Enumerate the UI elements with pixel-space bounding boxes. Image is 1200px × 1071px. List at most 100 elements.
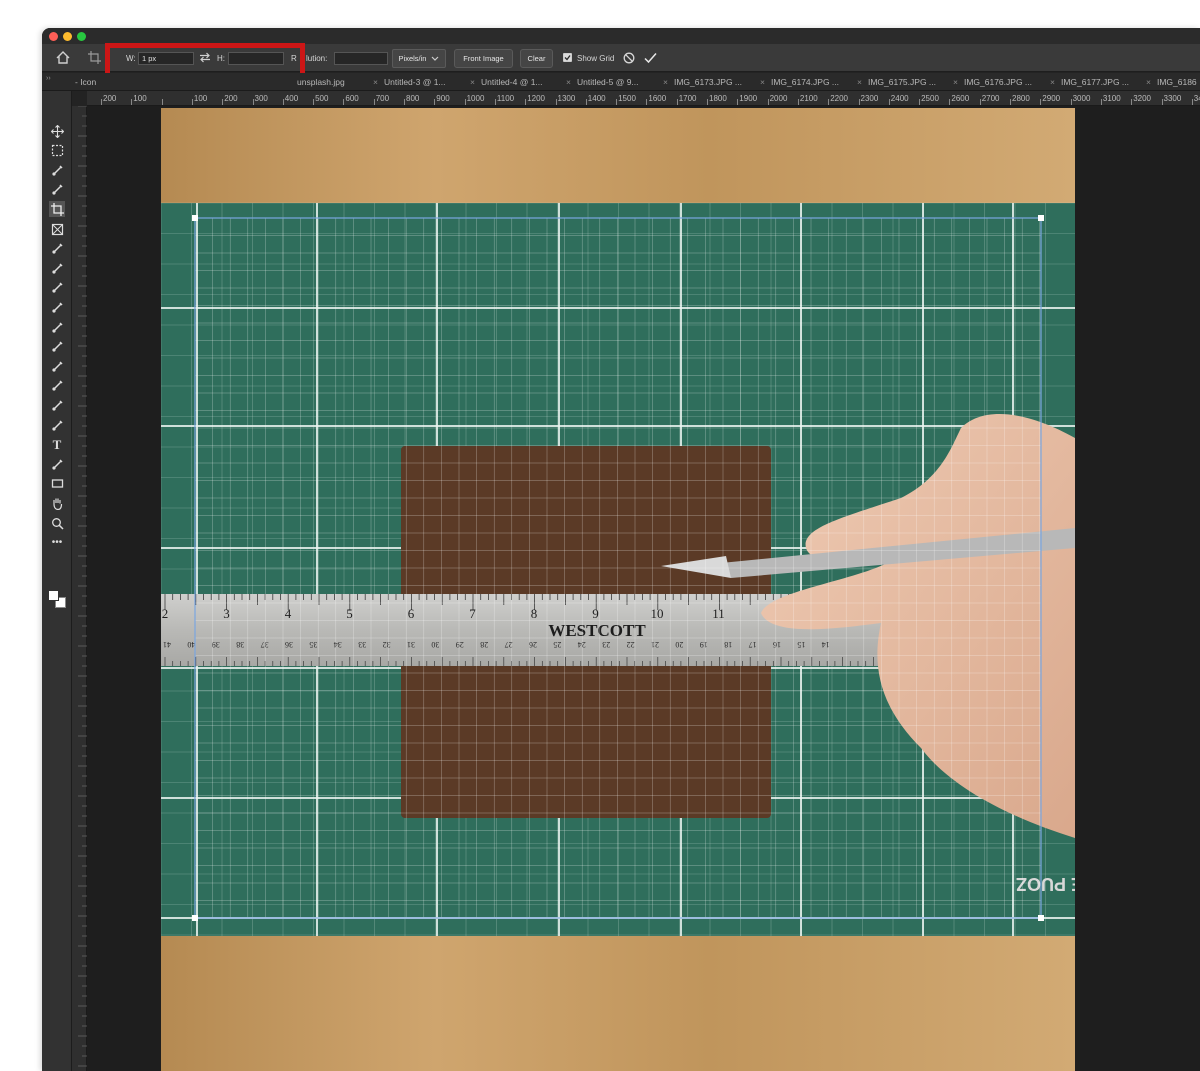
ruler-label: 2500	[921, 94, 939, 103]
tab-label: IMG_6177.JPG ...	[1060, 77, 1129, 87]
ruler-label: 2600	[951, 94, 970, 103]
magic-wand-icon[interactable]	[49, 182, 65, 198]
horizontal-ruler: 200 100 100 200 300 400 500 600 700 800 900 1000 110…	[87, 91, 1200, 106]
crop-handle-tl[interactable]	[192, 215, 198, 221]
crop-handle-bl[interactable]	[192, 915, 198, 921]
ruler-tick	[252, 99, 254, 105]
tab-close-icon[interactable]: ×	[373, 77, 378, 87]
tab-close-icon[interactable]: ×	[470, 77, 475, 87]
document-tab[interactable]: × Untitled-3 @ 1...	[373, 77, 446, 87]
options-bar: W: 1 px H: R lution: Pixels/in Front Ima…	[42, 43, 1200, 86]
ruler-label: 1400	[587, 94, 606, 103]
home-icon[interactable]	[56, 51, 70, 64]
resolution-field[interactable]	[334, 52, 388, 65]
minimize-window-button[interactable]	[63, 32, 72, 41]
front-image-button[interactable]: Front Image	[454, 49, 513, 68]
brush-icon[interactable]	[49, 280, 65, 296]
checkmark-icon[interactable]	[644, 52, 657, 64]
zoom-window-button[interactable]	[77, 32, 86, 41]
tab-label: Untitled-3 @ 1...	[383, 77, 446, 87]
tab-close-icon[interactable]: ×	[1050, 77, 1055, 87]
ruler-number: 6	[408, 606, 415, 621]
ruler-label: 900	[436, 94, 450, 103]
show-grid-checkbox[interactable]	[563, 53, 572, 62]
crop-handle-br[interactable]	[1038, 915, 1044, 921]
ruler-number: 40	[187, 640, 195, 649]
document-tab[interactable]: × IMG_6175.JPG ...	[857, 77, 936, 87]
tab-label: unsplash.jpg	[297, 77, 345, 87]
ruler-tick	[161, 99, 163, 105]
ruler-label: 3300	[1163, 94, 1182, 103]
hand-icon[interactable]	[49, 495, 65, 511]
ruler-tick	[828, 99, 830, 105]
close-window-button[interactable]	[49, 32, 58, 41]
crop-handle-tr[interactable]	[1038, 215, 1044, 221]
history-brush-icon[interactable]	[49, 319, 65, 335]
frame-icon[interactable]	[49, 221, 65, 237]
ruler-number: 5	[346, 606, 353, 621]
ruler-label: 2400	[890, 94, 909, 103]
ruler-tick	[343, 99, 345, 105]
ruler-label: 3000	[1072, 94, 1091, 103]
chevron-down-icon	[432, 56, 439, 61]
ruler-label: 1500	[618, 94, 636, 103]
ruler-number: 21	[651, 640, 659, 649]
canvas-area[interactable]: WESTCOTT 2345678910111241403938373635343…	[87, 106, 1200, 1071]
ruler-tick	[282, 99, 284, 105]
document-tab[interactable]: - Icon	[75, 77, 96, 87]
ruler-label: 2000	[769, 94, 788, 103]
document-tab[interactable]: × IMG_6173.JPG ...	[663, 77, 742, 87]
color-swatches[interactable]	[48, 590, 68, 610]
eyedropper-icon[interactable]	[49, 241, 65, 257]
wood-bottom	[161, 936, 1075, 1071]
tab-close-icon[interactable]: ×	[953, 77, 958, 87]
rectangle-icon[interactable]	[49, 476, 65, 492]
blur-icon[interactable]	[49, 378, 65, 394]
ruler-label: 200	[224, 94, 238, 103]
pen-icon[interactable]	[49, 417, 65, 433]
crop-icon[interactable]	[88, 51, 101, 64]
crop-grid-overlay	[194, 217, 1041, 919]
tab-close-icon[interactable]: ×	[857, 77, 862, 87]
healing-brush-icon[interactable]	[49, 260, 65, 276]
path-select-icon[interactable]	[49, 456, 65, 472]
tab-label: IMG_6174.JPG ...	[770, 77, 839, 87]
tab-close-icon[interactable]: ×	[1146, 77, 1151, 87]
tab-close-icon[interactable]: ×	[663, 77, 668, 87]
clear-button[interactable]: Clear	[520, 49, 553, 68]
ruler-number: 16	[773, 640, 781, 649]
units-select[interactable]: Pixels/in	[392, 49, 446, 68]
tab-close-icon[interactable]: ×	[760, 77, 765, 87]
foreground-color-swatch[interactable]	[48, 590, 59, 601]
move-icon[interactable]	[49, 123, 65, 139]
show-grid-label: Show Grid	[577, 54, 615, 63]
document-tab[interactable]: × Untitled-5 @ 9...	[566, 77, 639, 87]
document-tab[interactable]: × Untitled-4 @ 1...	[470, 77, 543, 87]
ruler-label: 3200	[1133, 94, 1151, 103]
ruler-label: 1600	[648, 94, 667, 103]
stamp-icon[interactable]	[49, 299, 65, 315]
ruler-number: 23	[602, 640, 610, 649]
dodge-icon[interactable]	[49, 397, 65, 413]
document-tab[interactable]: × IMG_6186	[1146, 77, 1197, 87]
document-tab[interactable]: × IMG_6177.JPG ...	[1050, 77, 1129, 87]
ruler-label: 800	[406, 94, 420, 103]
type-icon[interactable]: T	[49, 437, 65, 453]
document-tab[interactable]: × IMG_6174.JPG ...	[760, 77, 839, 87]
zoom-icon[interactable]	[49, 515, 65, 531]
eraser-icon[interactable]	[49, 339, 65, 355]
ruler-tick	[101, 99, 102, 105]
document-tab[interactable]: unsplash.jpg	[297, 77, 345, 87]
crop-icon[interactable]	[49, 201, 65, 218]
ruler-number: 36	[285, 640, 293, 649]
mat-logo: BASE PUOZ	[1016, 874, 1075, 894]
marquee-icon[interactable]	[49, 143, 65, 159]
gradient-icon[interactable]	[49, 358, 65, 374]
lasso-icon[interactable]	[49, 162, 65, 178]
tools-panel: T •••	[42, 91, 72, 1071]
more-icon[interactable]: •••	[49, 535, 65, 551]
document-tab[interactable]: × IMG_6176.JPG ...	[953, 77, 1032, 87]
cancel-circle-icon[interactable]	[623, 52, 635, 64]
panel-collapse-icon[interactable]: ››	[46, 75, 51, 82]
tab-close-icon[interactable]: ×	[566, 77, 571, 87]
